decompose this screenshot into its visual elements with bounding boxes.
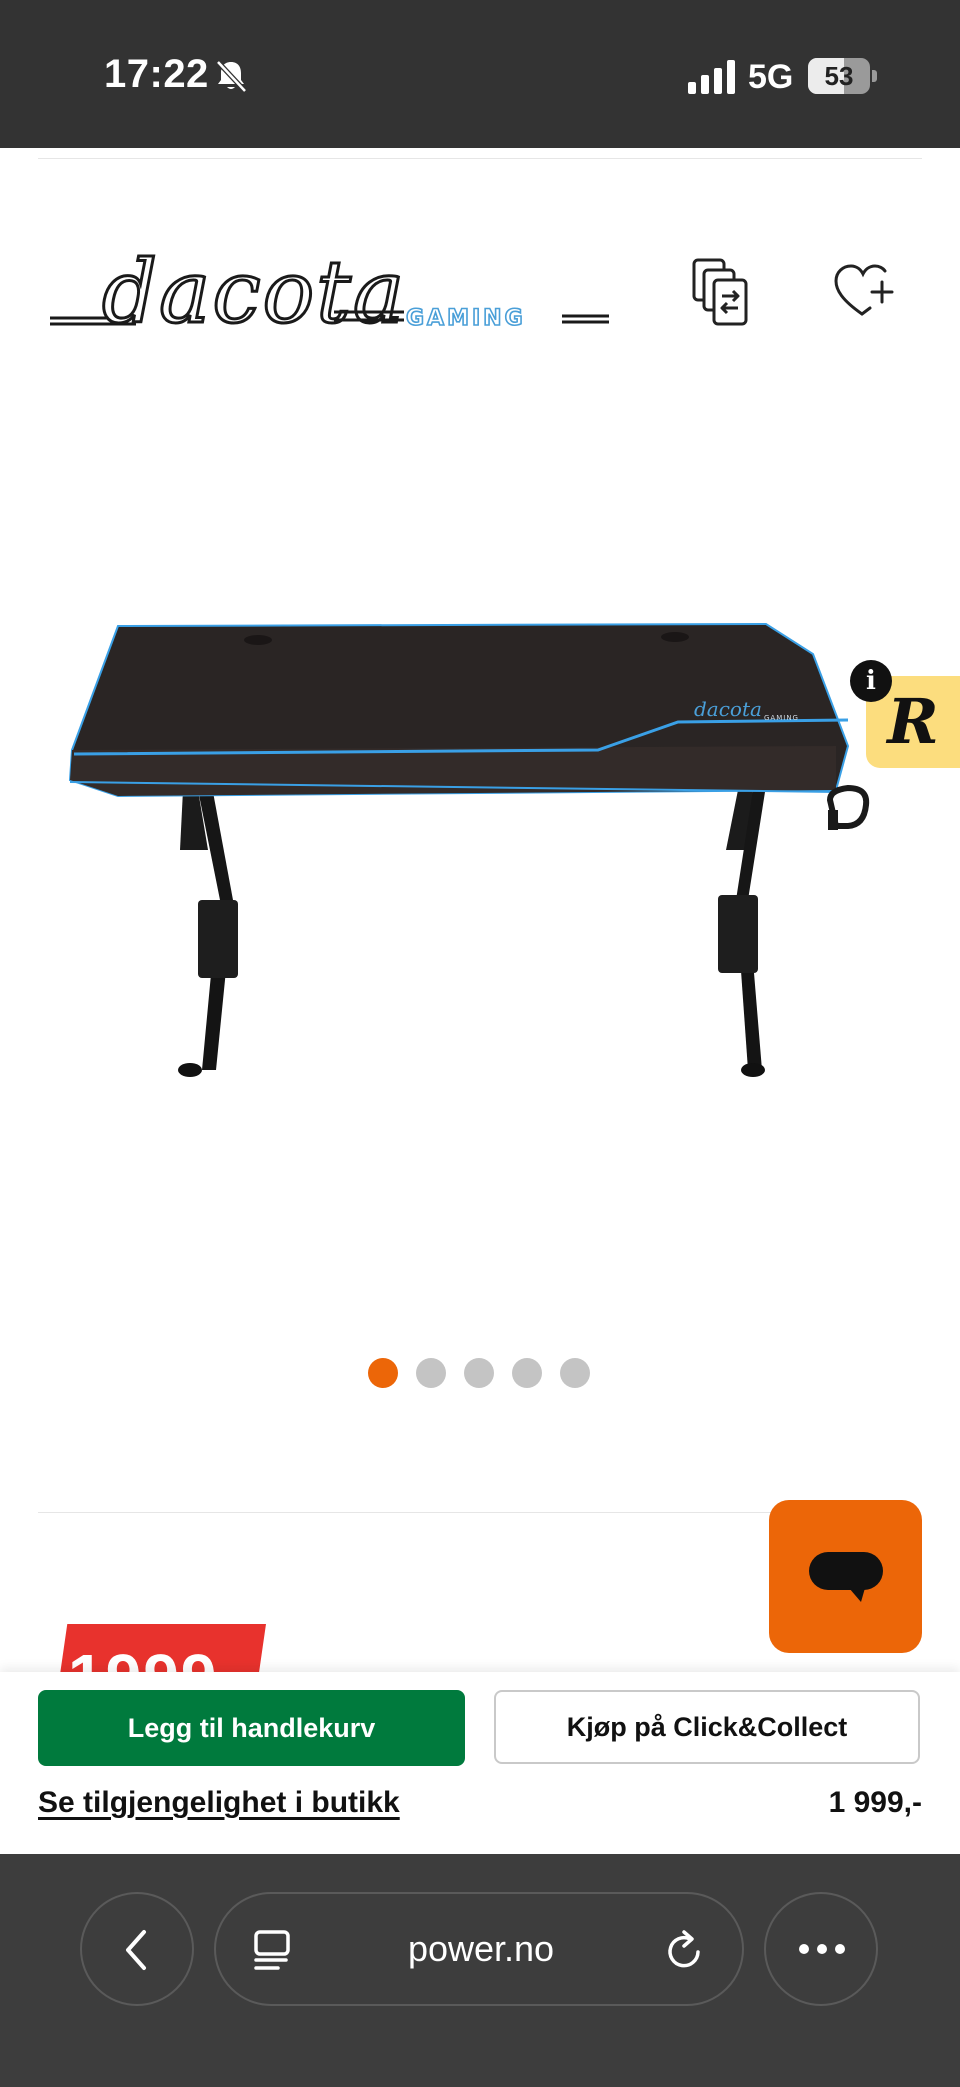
gallery-dot-2[interactable] [416, 1358, 446, 1388]
sticky-action-bar: Legg til handlekurv Kjøp på Click&Collec… [0, 1672, 960, 1854]
reload-icon[interactable] [664, 1928, 706, 1972]
product-logo-sub: GAMING [764, 714, 799, 722]
desk-legs [178, 790, 765, 1077]
product-logo-text: dacota [694, 697, 762, 721]
chat-button[interactable] [769, 1500, 922, 1653]
compare-icon[interactable] [692, 258, 754, 328]
store-availability-link[interactable]: Se tilgjengelighet i butikk [38, 1786, 400, 1820]
bell-slash-icon [216, 60, 247, 93]
brand-logo-text: dacota [102, 244, 406, 339]
browser-toolbar: power.no [0, 1854, 960, 2087]
wishlist-icon[interactable] [832, 262, 896, 322]
status-bar: 17:22 5G 53 [0, 0, 960, 148]
ellipsis-icon [799, 1944, 845, 1954]
info-icon[interactable]: i [850, 660, 892, 702]
cup-holder [826, 784, 870, 830]
price-badge-text: 1999 [68, 1640, 218, 1672]
address-bar[interactable]: power.no [214, 1892, 744, 2006]
price-badge: 1999 [50, 1624, 266, 1672]
top-divider [38, 158, 922, 159]
gallery-divider [38, 1512, 778, 1513]
back-button[interactable] [80, 1892, 194, 2006]
gallery-dot-5[interactable] [560, 1358, 590, 1388]
more-button[interactable] [764, 1892, 878, 2006]
brand-logo-sub: GAMING [406, 306, 526, 331]
battery-icon: 53 [808, 58, 870, 94]
click-collect-button[interactable]: Kjøp på Click&Collect [494, 1690, 920, 1764]
gallery-dot-3[interactable] [464, 1358, 494, 1388]
add-to-cart-button[interactable]: Legg til handlekurv [38, 1690, 465, 1766]
network-label: 5G [748, 58, 794, 96]
brand-logo[interactable]: dacota GAMING [44, 244, 614, 339]
chat-bubble-icon [809, 1552, 883, 1602]
status-time: 17:22 [104, 52, 209, 96]
product-price: 1 999,- [828, 1786, 922, 1819]
product-image[interactable]: dacota GAMING [58, 600, 898, 1100]
signal-icon [688, 60, 735, 94]
chevron-left-icon [126, 1930, 146, 1970]
gallery-dot-1[interactable] [368, 1358, 398, 1388]
battery-percent: 53 [824, 61, 854, 91]
gallery-dot-4[interactable] [512, 1358, 542, 1388]
battery-tip [872, 70, 877, 82]
